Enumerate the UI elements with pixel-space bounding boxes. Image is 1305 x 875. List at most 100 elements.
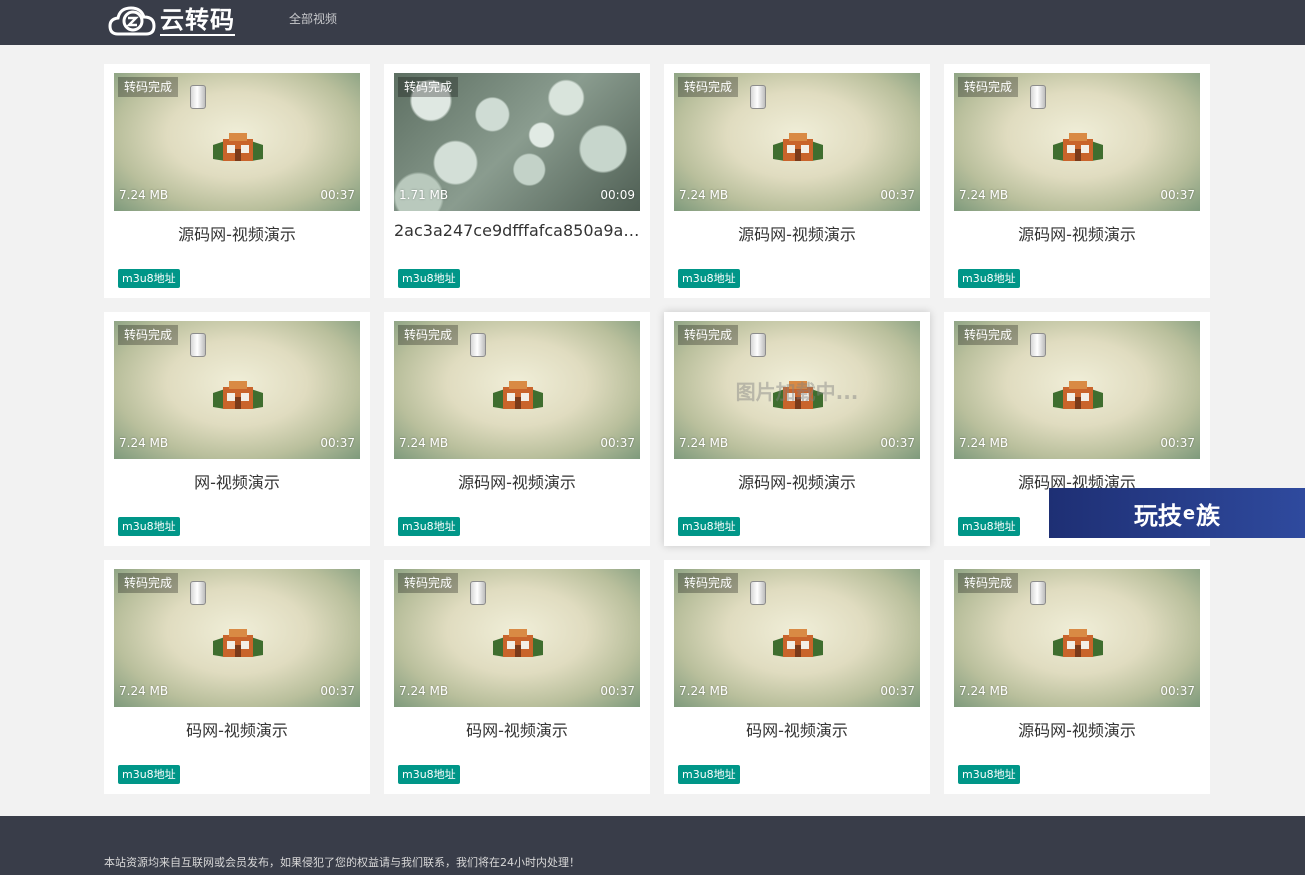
cylinder-icon	[1030, 581, 1046, 605]
house-thumbnail-icon	[773, 629, 823, 657]
video-title[interactable]: 码网-视频演示	[394, 717, 640, 741]
transcode-status-badge: 转码完成	[958, 325, 1019, 345]
video-card[interactable]: 转码完成 7.24 MB 00:37 码网-视频演示 m3u8地址	[664, 560, 930, 794]
video-duration: 00:09	[600, 188, 635, 202]
video-title[interactable]: 码网-视频演示	[114, 717, 360, 741]
video-card[interactable]: 转码完成 7.24 MB 00:37 源码网-视频演示 m3u8地址	[944, 560, 1210, 794]
m3u8-link-button[interactable]: m3u8地址	[398, 517, 460, 536]
transcode-status-badge: 转码完成	[118, 325, 179, 345]
file-size: 1.71 MB	[399, 188, 449, 202]
video-card[interactable]: 转码完成 7.24 MB 00:37 网-视频演示 m3u8地址	[104, 312, 370, 546]
file-size: 7.24 MB	[959, 684, 1009, 698]
video-title[interactable]: 源码网-视频演示	[954, 717, 1200, 741]
video-card[interactable]: 转码完成 7.24 MB 00:37 源码网-视频演示 m3u8地址	[664, 64, 930, 298]
video-thumbnail[interactable]: 转码完成 7.24 MB 00:37	[114, 321, 360, 459]
video-thumbnail[interactable]: 转码完成 图片加载中... 7.24 MB 00:37	[674, 321, 920, 459]
file-size: 7.24 MB	[399, 436, 449, 450]
m3u8-link-button[interactable]: m3u8地址	[678, 765, 740, 784]
video-title[interactable]: 网-视频演示	[114, 469, 360, 493]
logo-text: 云转码	[160, 6, 235, 36]
m3u8-link-button[interactable]: m3u8地址	[958, 269, 1020, 288]
video-thumbnail[interactable]: 转码完成 7.24 MB 00:37	[674, 73, 920, 211]
house-thumbnail-icon	[1053, 381, 1103, 409]
transcode-status-badge: 转码完成	[958, 77, 1019, 97]
transcode-status-badge: 转码完成	[118, 77, 179, 97]
cylinder-icon	[470, 333, 486, 357]
video-card[interactable]: 转码完成 7.24 MB 00:37 码网-视频演示 m3u8地址	[104, 560, 370, 794]
video-thumbnail[interactable]: 转码完成 7.24 MB 00:37	[954, 73, 1200, 211]
cylinder-icon	[190, 85, 206, 109]
site-logo[interactable]: 云转码	[108, 3, 235, 39]
loading-overlay-text: 图片加载中...	[735, 380, 859, 404]
video-title[interactable]: 码网-视频演示	[674, 717, 920, 741]
video-thumbnail[interactable]: 转码完成 7.24 MB 00:37	[114, 73, 360, 211]
video-card[interactable]: 转码完成 7.24 MB 00:37 码网-视频演示 m3u8地址	[384, 560, 650, 794]
m3u8-link-button[interactable]: m3u8地址	[678, 517, 740, 536]
transcode-status-badge: 转码完成	[398, 77, 459, 97]
video-thumbnail[interactable]: 转码完成 7.24 MB 00:37	[674, 569, 920, 707]
cylinder-icon	[1030, 333, 1046, 357]
video-thumbnail[interactable]: 转码完成 7.24 MB 00:37	[114, 569, 360, 707]
house-thumbnail-icon	[213, 133, 263, 161]
house-thumbnail-icon	[213, 629, 263, 657]
transcode-status-badge: 转码完成	[118, 573, 179, 593]
video-duration: 00:37	[1160, 684, 1195, 698]
file-size: 7.24 MB	[679, 684, 729, 698]
m3u8-link-button[interactable]: m3u8地址	[678, 269, 740, 288]
m3u8-link-button[interactable]: m3u8地址	[118, 517, 180, 536]
video-card[interactable]: 转码完成 1.71 MB 00:09 2ac3a247ce9dfffafca850a9…	[384, 64, 650, 298]
transcode-status-badge: 转码完成	[398, 325, 459, 345]
video-thumbnail[interactable]: 转码完成 7.24 MB 00:37	[394, 321, 640, 459]
cloud-logo-icon	[108, 6, 156, 36]
cylinder-icon	[750, 85, 766, 109]
video-duration: 00:37	[600, 684, 635, 698]
cylinder-icon	[470, 581, 486, 605]
watermark-text-e: e	[1182, 502, 1196, 524]
file-size: 7.24 MB	[679, 188, 729, 202]
cylinder-icon	[750, 581, 766, 605]
transcode-status-badge: 转码完成	[398, 573, 459, 593]
transcode-status-badge: 转码完成	[958, 573, 1019, 593]
file-size: 7.24 MB	[679, 436, 729, 450]
video-thumbnail[interactable]: 转码完成 7.24 MB 00:37	[954, 569, 1200, 707]
m3u8-link-button[interactable]: m3u8地址	[398, 269, 460, 288]
video-title[interactable]: 源码网-视频演示	[674, 221, 920, 245]
video-duration: 00:37	[1160, 188, 1195, 202]
nav-all-videos[interactable]: 全部视频	[289, 10, 337, 27]
video-duration: 00:37	[1160, 436, 1195, 450]
video-duration: 00:37	[600, 436, 635, 450]
watermark-text: 玩技	[1133, 501, 1182, 530]
house-thumbnail-icon	[493, 629, 543, 657]
video-card[interactable]: 转码完成 7.24 MB 00:37 源码网-视频演示 m3u8地址	[104, 64, 370, 298]
video-card[interactable]: 转码完成 图片加载中... 7.24 MB 00:37 源码网-视频演示 m3u8地址	[664, 312, 930, 546]
cylinder-icon	[190, 581, 206, 605]
video-title[interactable]: 源码网-视频演示	[674, 469, 920, 493]
file-size: 7.24 MB	[399, 684, 449, 698]
video-card[interactable]: 转码完成 7.24 MB 00:37 源码网-视频演示 m3u8地址	[944, 64, 1210, 298]
video-title[interactable]: 源码网-视频演示	[954, 221, 1200, 245]
video-title[interactable]: 源码网-视频演示	[114, 221, 360, 245]
m3u8-link-button[interactable]: m3u8地址	[118, 269, 180, 288]
m3u8-link-button[interactable]: m3u8地址	[958, 765, 1020, 784]
footer: 本站资源均来自互联网或会员发布，如果侵犯了您的权益请与我们联系，我们将在24小时…	[0, 816, 1305, 875]
video-thumbnail[interactable]: 转码完成 1.71 MB 00:09	[394, 73, 640, 211]
video-card[interactable]: 转码完成 7.24 MB 00:37 源码网-视频演示 m3u8地址	[384, 312, 650, 546]
watermark-banner: 玩技 e 族	[1049, 488, 1305, 538]
video-duration: 00:37	[880, 188, 915, 202]
video-thumbnail[interactable]: 转码完成 7.24 MB 00:37	[394, 569, 640, 707]
house-thumbnail-icon	[773, 133, 823, 161]
footer-disclaimer: 本站资源均来自互联网或会员发布，如果侵犯了您的权益请与我们联系，我们将在24小时…	[104, 856, 580, 869]
m3u8-link-button[interactable]: m3u8地址	[398, 765, 460, 784]
m3u8-link-button[interactable]: m3u8地址	[118, 765, 180, 784]
m3u8-link-button[interactable]: m3u8地址	[958, 517, 1020, 536]
file-size: 7.24 MB	[959, 436, 1009, 450]
file-size: 7.24 MB	[119, 436, 169, 450]
video-thumbnail[interactable]: 转码完成 7.24 MB 00:37	[954, 321, 1200, 459]
video-title[interactable]: 2ac3a247ce9dfffafca850a9aa...	[394, 221, 640, 240]
watermark-text-end: 族	[1196, 501, 1221, 530]
top-navbar: 云转码 全部视频	[0, 0, 1305, 45]
cylinder-icon	[750, 333, 766, 357]
video-title[interactable]: 源码网-视频演示	[394, 469, 640, 493]
transcode-status-badge: 转码完成	[678, 77, 739, 97]
cylinder-icon	[1030, 85, 1046, 109]
